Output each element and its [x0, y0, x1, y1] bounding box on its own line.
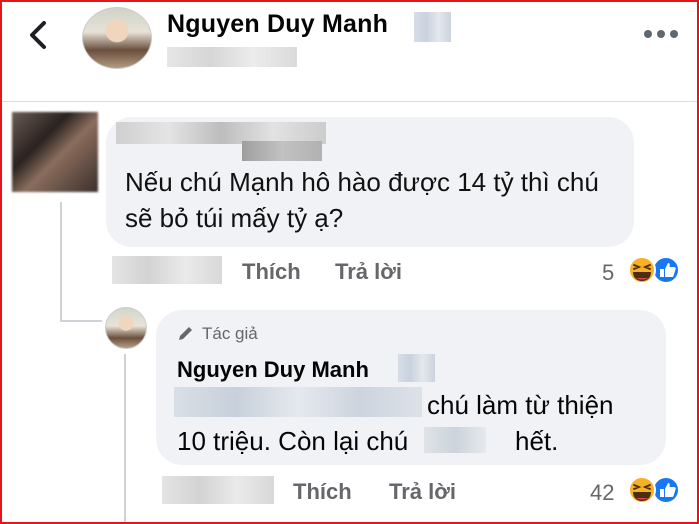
- comment-reaction-count[interactable]: 5: [602, 260, 614, 286]
- reply-text-part: chú làm từ thiện: [427, 390, 614, 420]
- blurred-verified-badge: [398, 354, 435, 382]
- haha-like-reactions-icon[interactable]: [622, 475, 682, 505]
- reply-author-name[interactable]: Nguyen Duy Manh: [177, 357, 369, 383]
- haha-like-reactions-icon[interactable]: [622, 255, 682, 285]
- thread-line: [60, 202, 62, 322]
- blurred-reply-word: [424, 427, 486, 453]
- blurred-verified-badge: [414, 12, 451, 42]
- reply-reply-button[interactable]: Trả lời: [389, 479, 456, 505]
- reply-thread-line: [124, 354, 126, 522]
- chevron-left-icon[interactable]: [24, 18, 54, 52]
- profile-name[interactable]: Nguyen Duy Manh: [167, 10, 388, 39]
- comment-like-button[interactable]: Thích: [242, 259, 301, 285]
- profile-avatar[interactable]: [82, 7, 152, 69]
- screenshot-frame: Nguyen Duy Manh Nếu chú Mạnh hô hào được…: [0, 0, 699, 524]
- reply-text-part: hết.: [515, 426, 559, 456]
- thread-line-branch: [60, 320, 102, 322]
- reply-text-part: 10 triệu. Còn lại chú: [177, 426, 409, 456]
- blurred-reply-time: [162, 476, 274, 504]
- reply-author-avatar[interactable]: [105, 307, 147, 349]
- more-dots-icon[interactable]: [642, 28, 680, 40]
- header-divider: [2, 101, 697, 102]
- comment-text: Nếu chú Mạnh hô hào được 14 tỷ thì chú s…: [125, 167, 599, 233]
- reply-like-button[interactable]: Thích: [293, 479, 352, 505]
- author-badge: Tác giả: [202, 324, 258, 343]
- blurred-commenter-name-part: [242, 141, 322, 161]
- pencil-icon: [179, 327, 192, 340]
- commenter-avatar-blurred[interactable]: [12, 112, 98, 192]
- blurred-post-timestamp: [167, 47, 297, 67]
- blurred-reply-text: [174, 387, 422, 417]
- blurred-comment-time: [112, 256, 222, 284]
- comment-reply-button[interactable]: Trả lời: [335, 259, 402, 285]
- reply-reaction-count[interactable]: 42: [590, 480, 614, 506]
